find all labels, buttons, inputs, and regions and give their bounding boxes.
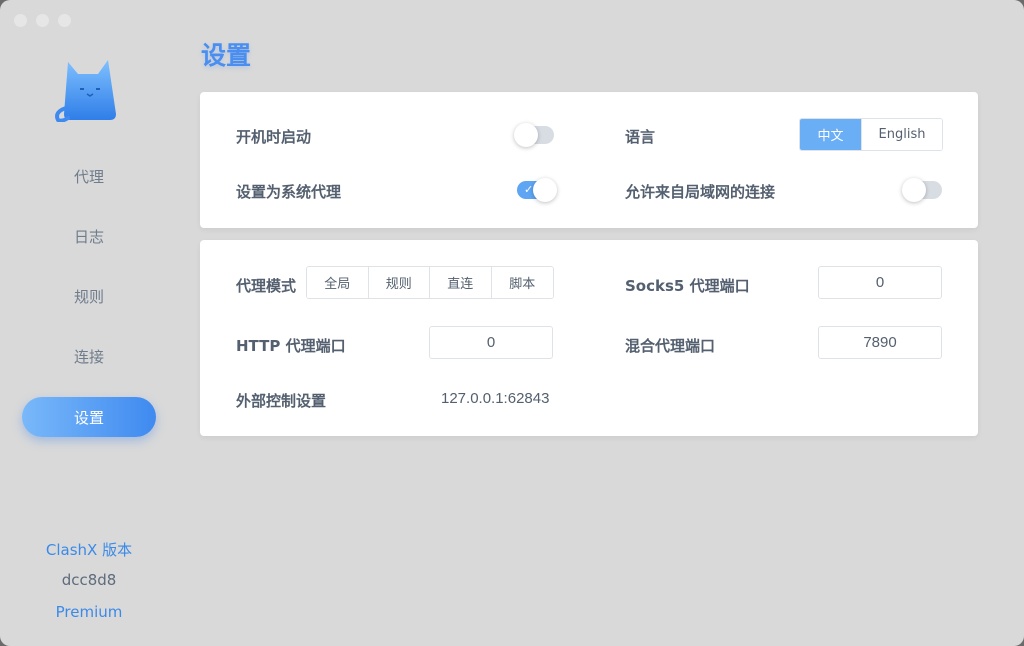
http-port-label: HTTP 代理端口 — [236, 337, 346, 355]
sidebar-item-connections[interactable]: 连接 — [22, 336, 156, 376]
sidebar-item-rules[interactable]: 规则 — [22, 276, 156, 316]
language-option-chinese[interactable]: 中文 — [800, 119, 862, 150]
sidebar-item-settings[interactable]: 设置 — [22, 397, 156, 437]
proxy-mode-script[interactable]: 脚本 — [491, 267, 553, 298]
proxy-mode-global[interactable]: 全局 — [307, 267, 369, 298]
sidebar: 代理 日志 规则 连接 设置 ClashX 版本 dcc8d8 Premium — [0, 0, 178, 646]
external-controller-value[interactable]: 127.0.0.1:62843 — [441, 390, 549, 407]
general-settings-card: 开机时启动 语言 中文 English 设置为系统代理 ✓ 允许来自局域网的连接 — [200, 92, 978, 228]
cat-logo-icon — [55, 60, 116, 122]
sidebar-item-proxy[interactable]: 代理 — [22, 156, 156, 196]
start-at-login-label: 开机时启动 — [236, 128, 312, 146]
language-segmented-control: 中文 English — [799, 118, 943, 151]
proxy-mode-segmented-control: 全局 规则 直连 脚本 — [306, 266, 554, 299]
allow-lan-label: 允许来自局域网的连接 — [625, 183, 776, 201]
socks5-port-label: Socks5 代理端口 — [625, 277, 750, 295]
socks5-port-input[interactable] — [818, 266, 942, 299]
proxy-mode-rule[interactable]: 规则 — [368, 267, 430, 298]
sidebar-item-logs[interactable]: 日志 — [22, 216, 156, 256]
system-proxy-toggle[interactable]: ✓ — [517, 178, 557, 202]
proxy-mode-direct[interactable]: 直连 — [430, 267, 492, 298]
allow-lan-toggle[interactable] — [902, 178, 942, 202]
language-option-english[interactable]: English — [862, 119, 942, 150]
version-label: ClashX 版本 — [45, 541, 133, 559]
mixed-port-input[interactable] — [818, 326, 942, 359]
external-controller-label: 外部控制设置 — [236, 392, 327, 410]
proxy-settings-card: 代理模式 全局 规则 直连 脚本 Socks5 代理端口 HTTP 代理端口 混… — [200, 240, 978, 436]
system-proxy-label: 设置为系统代理 — [236, 183, 342, 201]
mixed-port-label: 混合代理端口 — [625, 337, 716, 355]
version-hash: dcc8d8 — [61, 571, 117, 589]
http-port-input[interactable] — [429, 326, 553, 359]
page-title: 设置 — [201, 41, 252, 70]
app-window: 代理 日志 规则 连接 设置 ClashX 版本 dcc8d8 Premium … — [0, 0, 1024, 646]
start-at-login-toggle[interactable] — [514, 123, 554, 147]
toggle-knob — [902, 178, 926, 202]
version-edition: Premium — [55, 603, 123, 621]
toggle-knob — [514, 123, 538, 147]
toggle-knob — [533, 178, 557, 202]
language-label: 语言 — [625, 128, 656, 146]
check-icon: ✓ — [524, 183, 534, 196]
proxy-mode-label: 代理模式 — [236, 277, 297, 295]
